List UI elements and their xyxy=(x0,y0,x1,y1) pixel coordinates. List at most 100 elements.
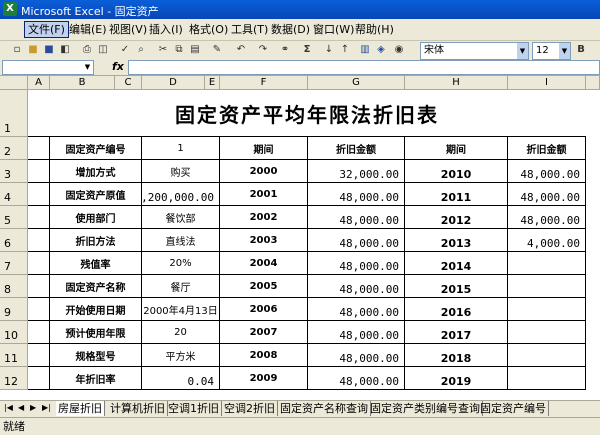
cell-a2[interactable] xyxy=(28,137,50,160)
info-value[interactable]: 0.04 xyxy=(142,367,220,390)
info-label[interactable]: 增加方式 xyxy=(50,160,142,183)
open-icon[interactable]: ■ xyxy=(26,43,40,57)
name-box[interactable]: ▼ xyxy=(2,60,94,75)
paste-icon[interactable]: ▤ xyxy=(188,43,202,57)
amount-cell[interactable]: 48,000.00 xyxy=(308,252,405,275)
info-label[interactable]: 残值率 xyxy=(50,252,142,275)
cell-a5[interactable] xyxy=(28,206,50,229)
prev-sheet-icon[interactable]: ◀ xyxy=(18,403,24,412)
period-header[interactable]: 期间 xyxy=(405,137,508,160)
menu-file[interactable]: 文件(F) xyxy=(24,21,69,38)
column-header-e[interactable]: E xyxy=(205,76,220,90)
cell-a3[interactable] xyxy=(28,160,50,183)
amount-cell[interactable]: 48,000.00 xyxy=(308,367,405,390)
info-label[interactable]: 使用部门 xyxy=(50,206,142,229)
period-header[interactable]: 期间 xyxy=(220,137,308,160)
drawing-icon[interactable]: ◈ xyxy=(374,43,388,57)
row-header-4[interactable]: 4 xyxy=(0,183,28,206)
info-label[interactable]: 固定资产编号 xyxy=(50,137,142,160)
sheet-tab[interactable]: 空调1折旧 xyxy=(166,401,222,416)
column-header-c[interactable]: C xyxy=(115,76,142,90)
period-cell[interactable]: 2017 xyxy=(405,321,508,344)
undo-icon[interactable]: ↶ xyxy=(234,43,248,57)
cell-a6[interactable] xyxy=(28,229,50,252)
new-icon[interactable]: ▫ xyxy=(10,43,24,57)
permission-icon[interactable]: ◧ xyxy=(58,43,72,57)
amount-cell[interactable] xyxy=(508,252,586,275)
info-value[interactable]: 直线法 xyxy=(142,229,220,252)
fx-icon[interactable]: fx xyxy=(112,60,124,73)
amount-cell[interactable] xyxy=(508,344,586,367)
depreciation-header[interactable]: 折旧金额 xyxy=(508,137,586,160)
cell-a4[interactable] xyxy=(28,183,50,206)
row-header-3[interactable]: 3 xyxy=(0,160,28,183)
row-header-10[interactable]: 10 xyxy=(0,321,28,344)
amount-cell[interactable]: 48,000.00 xyxy=(308,229,405,252)
amount-cell[interactable]: 48,000.00 xyxy=(308,183,405,206)
period-cell[interactable]: 2001 xyxy=(220,183,308,206)
info-label[interactable]: 开始使用日期 xyxy=(50,298,142,321)
row-header-8[interactable]: 8 xyxy=(0,275,28,298)
info-value[interactable]: 20% xyxy=(142,252,220,275)
amount-cell[interactable] xyxy=(508,367,586,390)
row-header-5[interactable]: 5 xyxy=(0,206,28,229)
print-icon[interactable]: ⎙ xyxy=(80,43,94,57)
period-cell[interactable]: 2019 xyxy=(405,367,508,390)
period-cell[interactable]: 2015 xyxy=(405,275,508,298)
menu-format[interactable]: 格式(O) xyxy=(186,22,231,37)
menu-view[interactable]: 视图(V) xyxy=(106,22,150,37)
period-cell[interactable]: 2016 xyxy=(405,298,508,321)
font-size-select[interactable]: 12 ▼ xyxy=(532,42,571,60)
info-label[interactable]: 固定资产名称 xyxy=(50,275,142,298)
amount-cell[interactable] xyxy=(508,275,586,298)
period-cell[interactable]: 2013 xyxy=(405,229,508,252)
info-value[interactable]: 购买 xyxy=(142,160,220,183)
last-sheet-icon[interactable]: ▶| xyxy=(42,403,51,412)
amount-cell[interactable]: 48,000.00 xyxy=(308,275,405,298)
cell-a9[interactable] xyxy=(28,298,50,321)
select-all-corner[interactable] xyxy=(0,76,28,90)
sort-ascending-icon[interactable]: ↓ xyxy=(322,43,336,57)
row-header-12[interactable]: 12 xyxy=(0,367,28,390)
info-label[interactable]: 预计使用年限 xyxy=(50,321,142,344)
copy-icon[interactable]: ⧉ xyxy=(172,43,186,57)
print-preview-icon[interactable]: ◫ xyxy=(96,43,110,57)
info-value[interactable]: 2000年4月13日 xyxy=(142,298,220,321)
info-value[interactable]: 平方米 xyxy=(142,344,220,367)
period-cell[interactable]: 2005 xyxy=(220,275,308,298)
menu-insert[interactable]: 插入(I) xyxy=(146,22,186,37)
worksheet-grid[interactable]: 固定资产平均年限法折旧表 A B C D E F G H I 1 2 3 4 5 6 7 8 9 10 11 12 固定资… xyxy=(0,76,600,400)
sheet-tab[interactable]: 房屋折旧 xyxy=(56,401,105,416)
sheet-tab[interactable]: 计算机折旧 xyxy=(108,401,168,416)
sheet-tab[interactable]: 固定资产类别编号查询 xyxy=(368,401,483,416)
first-sheet-icon[interactable]: |◀ xyxy=(4,403,13,412)
period-cell[interactable]: 2007 xyxy=(220,321,308,344)
amount-cell[interactable] xyxy=(508,321,586,344)
info-label[interactable]: 折旧方法 xyxy=(50,229,142,252)
column-header-d[interactable]: D xyxy=(142,76,205,90)
row-header-9[interactable]: 9 xyxy=(0,298,28,321)
cell-a8[interactable] xyxy=(28,275,50,298)
column-header-f[interactable]: F xyxy=(220,76,308,90)
sheet-tab[interactable]: 固定资产名称查询 xyxy=(278,401,371,416)
menu-tools[interactable]: 工具(T) xyxy=(228,22,271,37)
period-cell[interactable]: 2011 xyxy=(405,183,508,206)
info-label[interactable]: 固定资产原值 xyxy=(50,183,142,206)
menu-window[interactable]: 窗口(W) xyxy=(310,22,357,37)
period-cell[interactable]: 2000 xyxy=(220,160,308,183)
next-sheet-icon[interactable]: ▶ xyxy=(30,403,36,412)
font-name-select[interactable]: 宋体 ▼ xyxy=(420,42,529,60)
row-header-1[interactable]: 1 xyxy=(0,90,28,137)
bold-icon[interactable]: B xyxy=(574,43,588,57)
menu-help[interactable]: 帮助(H) xyxy=(352,22,397,37)
row-header-2[interactable]: 2 xyxy=(0,137,28,160)
menu-edit[interactable]: 编辑(E) xyxy=(66,22,110,37)
period-cell[interactable]: 2018 xyxy=(405,344,508,367)
amount-cell[interactable]: 4,000.00 xyxy=(508,229,586,252)
info-label[interactable]: 年折旧率 xyxy=(50,367,142,390)
chart-wizard-icon[interactable]: ▥ xyxy=(358,43,372,57)
amount-cell[interactable]: 48,000.00 xyxy=(308,298,405,321)
period-cell[interactable]: 2003 xyxy=(220,229,308,252)
sort-descending-icon[interactable]: ↑ xyxy=(338,43,352,57)
sheet-tab[interactable]: 空调2折旧 xyxy=(222,401,278,416)
